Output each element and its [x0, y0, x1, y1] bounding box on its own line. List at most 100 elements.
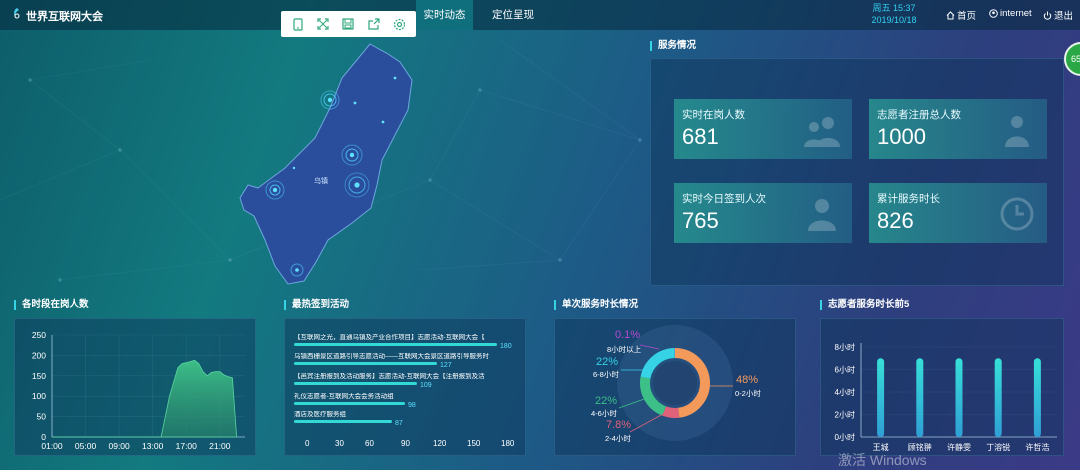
- tab-location[interactable]: 定位呈现: [478, 0, 548, 30]
- x-tick-label: 17:00: [176, 441, 198, 451]
- nav-internet-label: internet: [1000, 8, 1032, 19]
- duration-chart[interactable]: 0.1%8小时以上22%6-8小时22%4-6小时7.8%2-4小时48%0-2…: [555, 319, 797, 457]
- people-icon: [804, 117, 840, 147]
- bar: [877, 358, 885, 437]
- date: 2019/10/18: [871, 15, 917, 25]
- toolbar: [281, 11, 416, 37]
- stat-label: 实时在岗人数: [682, 109, 745, 121]
- bar: [994, 358, 1002, 437]
- settings-icon[interactable]: [390, 15, 408, 33]
- slice-percent: 22%: [596, 356, 618, 368]
- activity-bar: [294, 362, 437, 365]
- activity-value: 109: [420, 382, 432, 389]
- activity-bar: [294, 402, 405, 405]
- slice-percent: 48%: [736, 374, 758, 386]
- hot-activities-panel: 【互联网之光，直通乌镇及产业合作项目】志愿活动-互联网大会【 180 乌镇西栅景…: [284, 318, 526, 456]
- datetime: 周五 15:37 2019/10/18: [858, 2, 930, 26]
- save-icon[interactable]: [339, 15, 357, 33]
- activity-name: 礼仪志愿者-互联网大会会务活动组: [294, 393, 394, 400]
- axis-tick: 120: [433, 439, 447, 448]
- stat-label: 志愿者注册总人数: [877, 109, 961, 121]
- nav-logout-label: 退出: [1054, 11, 1074, 22]
- hot-activities-title: 最热签到活动: [284, 300, 349, 310]
- person-icon: [808, 199, 836, 231]
- map-town-label: 乌镇: [314, 176, 328, 185]
- on-duty-chart[interactable]: 05010015020025001:00 05:00 09:00 13:00 17:00…: [15, 319, 257, 457]
- activity-name: 【互联网之光，直通乌镇及产业合作项目】志愿活动-互联网大会【: [294, 334, 485, 341]
- activity-bar: [294, 420, 392, 423]
- list-item[interactable]: 【互联网之光，直通乌镇及产业合作项目】志愿活动-互联网大会【 180: [294, 334, 512, 350]
- group-icon: [1005, 116, 1029, 147]
- logo-icon: [14, 8, 20, 20]
- fullscreen-icon[interactable]: [314, 15, 332, 33]
- stat-value: 826: [877, 208, 914, 233]
- y-tick-label: 150: [32, 371, 46, 381]
- x-tick-label: 许静雯: [947, 442, 971, 452]
- map[interactable]: 乌镇: [230, 40, 420, 285]
- x-tick-label: 09:00: [108, 441, 130, 451]
- stat-card-checkins: 实时今日签到人次 765: [674, 183, 852, 243]
- map-region: [239, 43, 413, 285]
- nav-home[interactable]: 首页: [946, 8, 976, 22]
- duration-panel: 0.1% 8小时以上 22% 6-8小时 22% 4-6小时 7.8% 2-4小时 48% 0-2…: [554, 318, 796, 456]
- single-duration-title: 单次服务时长情况: [554, 300, 638, 310]
- bar: [916, 358, 924, 437]
- stat-value: 765: [682, 208, 719, 233]
- app-title: 世界互联网大会: [26, 11, 103, 23]
- slice-label: 4-6小时: [591, 408, 617, 418]
- home-icon: [946, 10, 955, 19]
- x-tick-label: 01:00: [41, 441, 63, 451]
- axis-tick: 90: [401, 439, 410, 448]
- list-item[interactable]: 礼仪志愿者-互联网大会会务活动组 98: [294, 393, 511, 409]
- stat-label: 实时今日签到人次: [682, 193, 766, 205]
- activity-value: 98: [408, 402, 416, 409]
- nav-logout[interactable]: 退出: [1043, 8, 1073, 22]
- power-icon: [1043, 11, 1052, 20]
- y-tick-label: 6小时: [835, 365, 855, 375]
- slice-percent: 7.8%: [606, 419, 631, 431]
- y-tick-label: 4小时: [835, 387, 855, 397]
- tablet-icon[interactable]: [289, 15, 307, 33]
- stat-value: 681: [682, 124, 719, 149]
- activity-value: 127: [440, 362, 452, 369]
- slice-percent: 0.1%: [615, 329, 640, 341]
- stat-card-on-duty: 实时在岗人数 681: [674, 99, 852, 159]
- top5-chart[interactable]: 0小时2小时4小时6小时8小时王城 顾铭翀 许静雯 丁溶锐 许哲浩: [821, 319, 1065, 457]
- activity-bar: [294, 382, 417, 385]
- nav-home-label: 首页: [957, 11, 977, 22]
- top5-title: 志愿者服务时长前5: [820, 300, 909, 310]
- donut-hole: [653, 361, 697, 405]
- slice-label: 0-2小时: [735, 388, 761, 398]
- share-icon[interactable]: [365, 15, 383, 33]
- x-tick-label: 许哲浩: [1025, 442, 1049, 452]
- y-tick-label: 8小时: [835, 342, 855, 352]
- y-tick-label: 2小时: [835, 410, 855, 420]
- stat-card-total-hours: 累计服务时长 826: [869, 183, 1047, 243]
- slice-label: 6-8小时: [593, 369, 619, 379]
- service-title: 服务情况: [650, 41, 696, 51]
- y-tick-label: 0小时: [835, 432, 855, 442]
- slice-label: 2-4小时: [605, 433, 631, 443]
- service-panel: 实时在岗人数 681 志愿者注册总人数 1000 实时今日签到人次 765 累计…: [650, 58, 1064, 286]
- donut-slice: [662, 406, 680, 418]
- activity-value: 180: [500, 343, 512, 350]
- list-item[interactable]: 酒店及医疗服务组 87: [294, 411, 511, 427]
- x-tick-label: 丁溶锐: [986, 442, 1010, 452]
- nav-internet[interactable]: internet: [989, 8, 1032, 19]
- axis-tick: 0: [305, 439, 310, 448]
- tab-realtime[interactable]: 实时动态: [416, 0, 473, 30]
- list-item[interactable]: 乌镇西栅景区道路引导志愿活动——互联网大会景区道路引导服务时 127: [294, 353, 511, 369]
- clock-icon: [1000, 197, 1034, 231]
- list-item[interactable]: 【邑宾注册报到及活动服务】志愿活动-互联网大会【注册报到及活 109: [294, 373, 511, 389]
- bar: [955, 358, 963, 437]
- activity-name: 酒店及医疗服务组: [294, 411, 346, 418]
- on-duty-title: 各时段在岗人数: [14, 300, 89, 310]
- on-duty-panel: 0 50 100 150 200 250 01:00 05:00 09:00 13:00 17:00…: [14, 318, 256, 456]
- x-tick-label: 21:00: [209, 441, 231, 451]
- windows-watermark: 激活 Windows: [838, 452, 927, 468]
- user-icon: [989, 9, 998, 18]
- x-tick-label: 05:00: [75, 441, 97, 451]
- weekday-time: 周五 15:37: [872, 3, 916, 13]
- axis-tick: 180: [501, 439, 515, 448]
- y-tick-label: 250: [32, 330, 46, 340]
